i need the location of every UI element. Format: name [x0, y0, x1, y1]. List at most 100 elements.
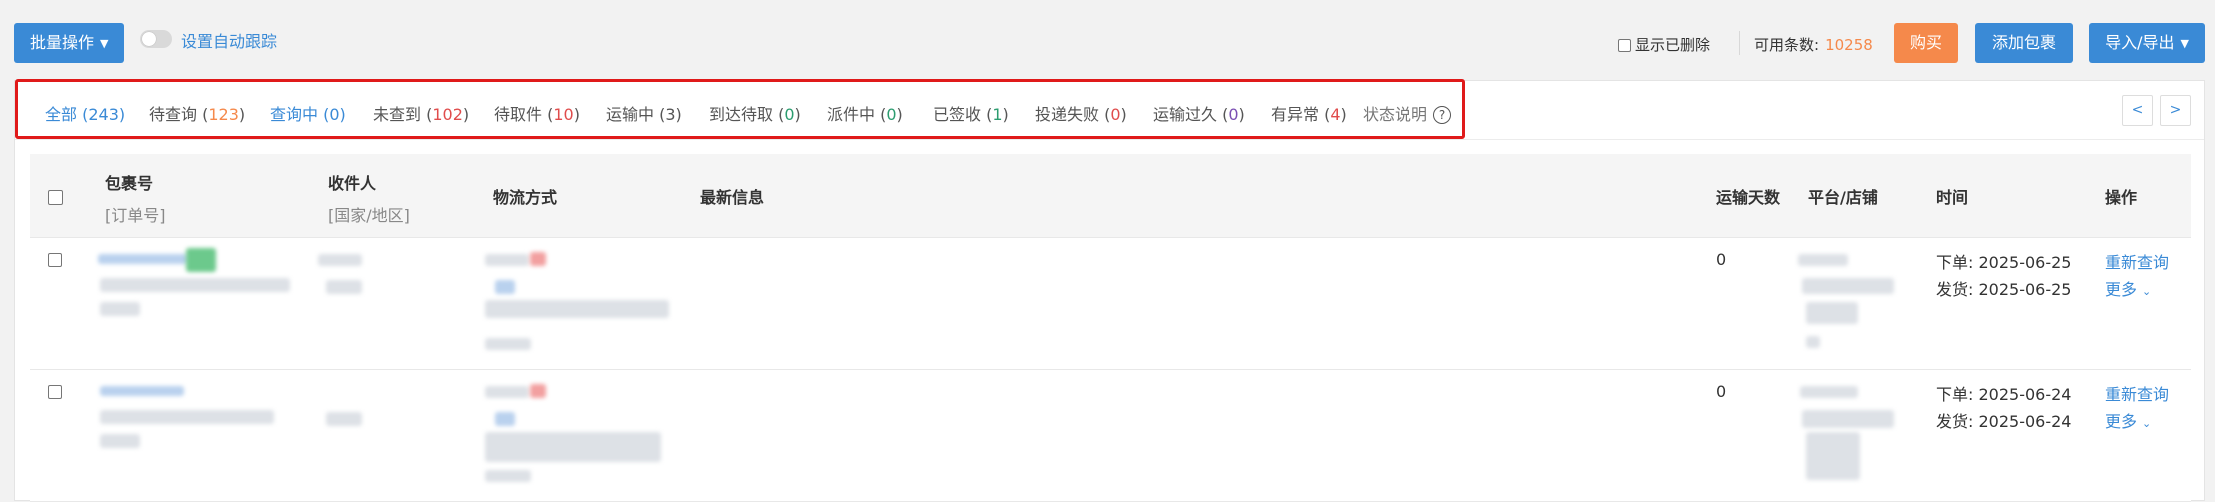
- tab-label: 投递失败: [1035, 105, 1100, 124]
- tab-label: 运输中: [606, 105, 655, 124]
- store-redacted: [1802, 278, 1894, 294]
- tab-count: 102: [432, 105, 463, 124]
- tab-count: (243): [82, 105, 126, 124]
- chevron-down-icon: ⌄: [2142, 417, 2152, 430]
- batch-operation-button[interactable]: 批量操作 ▼: [14, 23, 125, 63]
- col-recipient: 收件人 [国家/地区]: [328, 170, 410, 226]
- tab-querying[interactable]: 查询中 (0): [270, 101, 346, 125]
- tab-in-transit[interactable]: 运输中 (3): [606, 101, 682, 125]
- tab-all[interactable]: 全部 (243): [45, 101, 125, 125]
- col-package-no: 包裹号 [订单号]: [105, 170, 166, 226]
- carrier-logo-redacted: [530, 384, 546, 398]
- tab-pending-pickup[interactable]: 待取件 (10): [494, 101, 580, 125]
- batch-operation-label: 批量操作: [30, 33, 95, 52]
- redacted-text: [1806, 432, 1860, 480]
- more-menu[interactable]: 更多 ⌄: [2105, 408, 2169, 437]
- import-export-button[interactable]: 导入/导出 ▼: [2089, 23, 2205, 63]
- tab-count: 0: [1110, 105, 1121, 124]
- status-tabs: 全部 (243) 待查询 (123) 查询中 (0) 未查到 (102) 待取件…: [15, 79, 2204, 140]
- add-package-button[interactable]: 添加包裹: [1975, 23, 2073, 63]
- col-platform: 平台/店铺: [1808, 188, 1878, 207]
- buy-label: 购买: [1909, 33, 1942, 52]
- transit-days: 0: [1716, 250, 1727, 269]
- package-panel: 全部 (243) 待查询 (123) 查询中 (0) 未查到 (102) 待取件…: [14, 79, 2205, 502]
- tab-delivered[interactable]: 已签收 (1): [933, 101, 1009, 125]
- order-time: 下单: 2025-06-24: [1936, 385, 2072, 404]
- col-package-no-label: 包裹号: [105, 174, 154, 193]
- tab-exception[interactable]: 有异常 (4): [1271, 101, 1347, 125]
- ship-time: 发货: 2025-06-24: [1936, 412, 2072, 431]
- row-actions: 重新查询 更多 ⌄: [2105, 249, 2169, 305]
- tracking-redacted: [485, 432, 661, 462]
- package-number-redacted[interactable]: [98, 254, 188, 264]
- tab-count: 123: [208, 105, 239, 124]
- divider: [1739, 31, 1740, 55]
- row-checkbox[interactable]: [48, 253, 62, 267]
- status-help[interactable]: 状态说明?: [1363, 101, 1452, 125]
- tab-not-found[interactable]: 未查到 (102): [373, 101, 469, 125]
- show-deleted-checkbox[interactable]: [1618, 39, 1631, 52]
- table-row: 0 下单: 2025-06-24 发货: 2025-06-24 重新查询 更多 ⌄: [30, 370, 2191, 502]
- tab-count: 4: [1330, 105, 1341, 124]
- toolbar: 批量操作 ▼ 设置自动跟踪 显示已删除 可用条数: 10258 购买 添加包裹 导入…: [14, 23, 2205, 63]
- col-time: 时间: [1936, 188, 1969, 207]
- platform-redacted: [1798, 254, 1848, 266]
- redacted-text: [100, 302, 140, 316]
- tab-label: 待取件: [494, 105, 543, 124]
- order-number-redacted: [100, 278, 290, 292]
- tab-out-for-delivery[interactable]: 派件中 (0): [827, 101, 903, 125]
- package-number-redacted[interactable]: [100, 386, 184, 396]
- logistics-redacted: [485, 386, 529, 398]
- next-page-button[interactable]: >: [2160, 95, 2191, 126]
- toggle-knob: [142, 32, 156, 46]
- more-label: 更多: [2105, 280, 2138, 299]
- import-export-label: 导入/导出: [2105, 33, 2175, 52]
- more-menu[interactable]: 更多 ⌄: [2105, 276, 2169, 305]
- tab-label: 查询中: [270, 105, 319, 124]
- auto-track-toggle[interactable]: [140, 30, 172, 48]
- table-row: 0 下单: 2025-06-25 发货: 2025-06-25 重新查询 更多 ⌄: [30, 238, 2191, 370]
- requery-link[interactable]: 重新查询: [2105, 249, 2169, 276]
- prev-page-button[interactable]: <: [2122, 95, 2153, 126]
- tab-label: 未查到: [373, 105, 422, 124]
- recipient-redacted: [318, 254, 362, 266]
- tab-count: 0: [886, 105, 897, 124]
- tab-label: 已签收: [933, 105, 982, 124]
- buy-button[interactable]: 购买: [1894, 23, 1958, 63]
- col-recipient-label: 收件人: [328, 174, 377, 193]
- redacted-badge: [186, 248, 216, 272]
- select-all-checkbox[interactable]: [48, 190, 63, 205]
- redacted-text: [485, 338, 531, 350]
- redacted-text: [100, 434, 140, 448]
- redacted-text: [485, 470, 531, 482]
- redacted-text: [1806, 336, 1820, 348]
- logistics-redacted: [485, 254, 529, 266]
- store-redacted: [1802, 410, 1894, 428]
- tab-pending-query[interactable]: 待查询 (123): [149, 101, 245, 125]
- tab-transit-too-long[interactable]: 运输过久 (0): [1153, 101, 1245, 125]
- tab-count: (0): [323, 105, 346, 124]
- show-deleted-label: 显示已删除: [1635, 36, 1711, 54]
- platform-redacted: [1800, 386, 1858, 398]
- tab-label: 到达待取: [709, 105, 774, 124]
- requery-link[interactable]: 重新查询: [2105, 381, 2169, 408]
- tab-count: 1: [992, 105, 1003, 124]
- tab-label: 有异常: [1271, 105, 1320, 124]
- show-deleted-option[interactable]: 显示已删除: [1618, 34, 1710, 55]
- col-logistics: 物流方式: [493, 188, 558, 207]
- row-checkbox[interactable]: [48, 385, 62, 399]
- quota-info: 可用条数: 10258: [1754, 34, 1873, 55]
- table-header: 包裹号 [订单号] 收件人 [国家/地区] 物流方式 最新信息 运输天数 平台/店铺…: [30, 154, 2191, 238]
- redacted-text: [1806, 302, 1858, 324]
- time-info: 下单: 2025-06-24 发货: 2025-06-24: [1936, 381, 2071, 435]
- auto-track-link[interactable]: 设置自动跟踪: [181, 28, 277, 52]
- carrier-logo-redacted: [530, 252, 546, 266]
- order-number-redacted: [100, 410, 274, 424]
- tab-label: 派件中: [827, 105, 876, 124]
- redacted-link: [495, 412, 515, 426]
- tab-arrived-pickup[interactable]: 到达待取 (0): [709, 101, 801, 125]
- col-transit-days: 运输天数: [1716, 188, 1781, 207]
- status-help-label: 状态说明: [1363, 105, 1428, 124]
- tab-delivery-failed[interactable]: 投递失败 (0): [1035, 101, 1127, 125]
- tab-count: 0: [784, 105, 795, 124]
